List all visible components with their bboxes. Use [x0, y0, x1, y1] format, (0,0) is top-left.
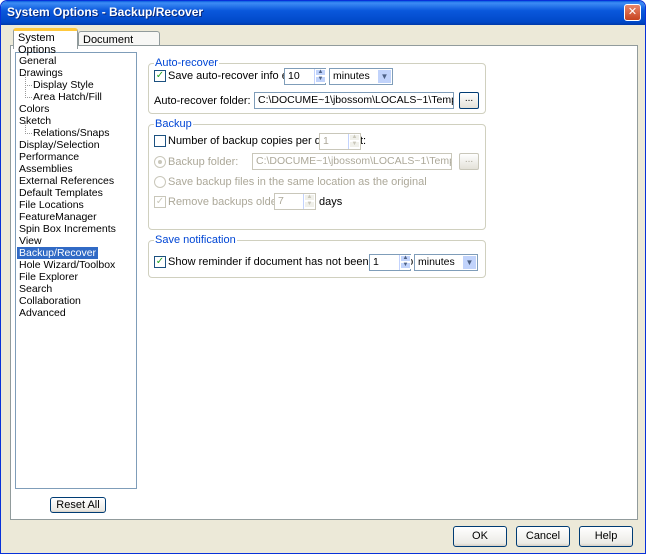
remove-backups-checkbox[interactable]: ✓: [154, 196, 166, 208]
same-location-label: Save backup files in the same location a…: [168, 176, 427, 188]
spin-down-icon[interactable]: ▼: [304, 201, 315, 208]
spin-up-icon[interactable]: ▲: [304, 194, 315, 201]
backup-browse-button[interactable]: ...: [459, 153, 479, 170]
reminder-interval-spinner[interactable]: ▲ ▼: [399, 255, 411, 270]
dialog-body: System Options Document Properties Gener…: [4, 25, 642, 552]
reminder-unit-select[interactable]: minutes ▼: [414, 254, 478, 271]
category-item-backup-recover[interactable]: Backup/Recover: [16, 247, 136, 259]
category-label: Performance: [19, 151, 80, 163]
autorecover-unit-value: minutes: [333, 70, 370, 82]
backup-copies-checkbox[interactable]: [154, 135, 166, 147]
spin-down-icon[interactable]: ▼: [315, 76, 326, 83]
category-item-external-references[interactable]: External References: [16, 175, 136, 187]
category-item-spin-box-increments[interactable]: Spin Box Increments: [16, 223, 136, 235]
window-title: System Options - Backup/Recover: [7, 5, 204, 19]
category-item-display-selection[interactable]: Display/Selection: [16, 139, 136, 151]
category-label: Display/Selection: [19, 139, 100, 151]
category-item-area-hatch-fill[interactable]: Area Hatch/Fill: [16, 85, 136, 103]
remove-backups-unit: days: [319, 196, 343, 208]
category-label: General: [19, 55, 57, 67]
category-item-view[interactable]: View: [16, 235, 136, 247]
cancel-button[interactable]: Cancel: [516, 526, 570, 547]
category-item-colors[interactable]: Colors: [16, 103, 136, 115]
chevron-down-icon[interactable]: ▼: [377, 69, 392, 84]
category-item-hole-wizard-toolbox[interactable]: Hole Wizard/Toolbox: [16, 259, 136, 271]
autorecover-browse-button[interactable]: ...: [459, 92, 479, 109]
category-label: Display Style: [33, 79, 94, 91]
category-label: File Explorer: [19, 271, 78, 283]
category-item-search[interactable]: Search: [16, 283, 136, 295]
category-label: Advanced: [19, 307, 66, 319]
system-options-dialog: System Options - Backup/Recover ✕ System…: [0, 0, 646, 554]
category-label: Backup/Recover: [17, 247, 99, 259]
category-label: Default Templates: [19, 187, 103, 199]
category-label: Spin Box Increments: [19, 223, 116, 235]
show-reminder-checkbox[interactable]: ✓: [154, 256, 166, 268]
autorecover-group-title: Auto-recover: [154, 57, 219, 69]
same-location-radio[interactable]: [154, 176, 166, 188]
category-label: Area Hatch/Fill: [33, 91, 102, 103]
category-item-drawings[interactable]: Drawings: [16, 67, 136, 79]
save-notification-group: Save notification ✓ Show reminder if doc…: [148, 234, 486, 278]
backup-group-title: Backup: [154, 118, 193, 130]
category-label: FeatureManager: [19, 211, 97, 223]
backup-copies-spinner[interactable]: ▲ ▼: [348, 134, 360, 149]
category-label: Assemblies: [19, 163, 73, 175]
backup-folder-radio[interactable]: [154, 156, 166, 168]
category-label: Collaboration: [19, 295, 81, 307]
reset-all-button[interactable]: Reset All: [50, 497, 106, 513]
category-item-default-templates[interactable]: Default Templates: [16, 187, 136, 199]
backup-folder-input[interactable]: C:\DOCUME~1\jbossom\LOCALS~1\Temp\SWBack…: [252, 153, 452, 170]
category-tree[interactable]: General Drawings Display Style Area Hatch/F…: [15, 52, 137, 489]
title-bar[interactable]: System Options - Backup/Recover ✕: [1, 1, 645, 25]
reminder-unit-value: minutes: [418, 256, 455, 268]
chevron-down-icon[interactable]: ▼: [462, 255, 477, 270]
category-item-featuremanager[interactable]: FeatureManager: [16, 211, 136, 223]
category-label: External References: [19, 175, 115, 187]
category-item-general[interactable]: General: [16, 55, 136, 67]
spin-up-icon[interactable]: ▲: [315, 69, 326, 76]
category-item-advanced[interactable]: Advanced: [16, 307, 136, 319]
close-button[interactable]: ✕: [624, 4, 641, 21]
category-item-sketch[interactable]: Sketch: [16, 115, 136, 127]
category-item-file-locations[interactable]: File Locations: [16, 199, 136, 211]
category-label: File Locations: [19, 199, 84, 211]
remove-backups-spinner[interactable]: ▲ ▼: [303, 194, 315, 209]
category-item-performance[interactable]: Performance: [16, 151, 136, 163]
save-autorecover-checkbox[interactable]: ✓: [154, 70, 166, 82]
category-item-display-style[interactable]: Display Style: [16, 73, 136, 91]
category-item-file-explorer[interactable]: File Explorer: [16, 271, 136, 283]
spin-down-icon[interactable]: ▼: [400, 262, 411, 269]
category-label: Search: [19, 283, 53, 295]
category-label: Hole Wizard/Toolbox: [19, 259, 116, 271]
spin-down-icon[interactable]: ▼: [349, 141, 360, 148]
autorecover-group: Auto-recover ✓ Save auto-recover info ev…: [148, 57, 486, 114]
tab-system-options[interactable]: System Options: [13, 28, 78, 56]
autorecover-unit-select[interactable]: minutes ▼: [329, 68, 393, 85]
category-label: Sketch: [19, 115, 52, 127]
autorecover-folder-input[interactable]: C:\DOCUME~1\jbossom\LOCALS~1\Temp\SWBack…: [254, 92, 454, 109]
category-item-collaboration[interactable]: Collaboration: [16, 295, 136, 307]
system-options-panel: General Drawings Display Style Area Hatch/F…: [10, 45, 638, 520]
ok-button[interactable]: OK: [453, 526, 507, 547]
autorecover-interval-spinner[interactable]: ▲ ▼: [314, 69, 326, 84]
backup-group: Backup Number of backup copies per docum…: [148, 118, 486, 230]
help-button[interactable]: Help: [579, 526, 633, 547]
spin-up-icon[interactable]: ▲: [400, 255, 411, 262]
spin-up-icon[interactable]: ▲: [349, 134, 360, 141]
category-label: Relations/Snaps: [33, 127, 110, 139]
save-notification-group-title: Save notification: [154, 234, 237, 246]
category-label: Colors: [19, 103, 50, 115]
category-item-assemblies[interactable]: Assemblies: [16, 163, 136, 175]
category-item-relations-snaps[interactable]: Relations/Snaps: [16, 121, 136, 139]
backup-folder-label: Backup folder:: [168, 156, 239, 168]
category-label: View: [19, 235, 42, 247]
autorecover-folder-label: Auto-recover folder:: [154, 95, 251, 107]
